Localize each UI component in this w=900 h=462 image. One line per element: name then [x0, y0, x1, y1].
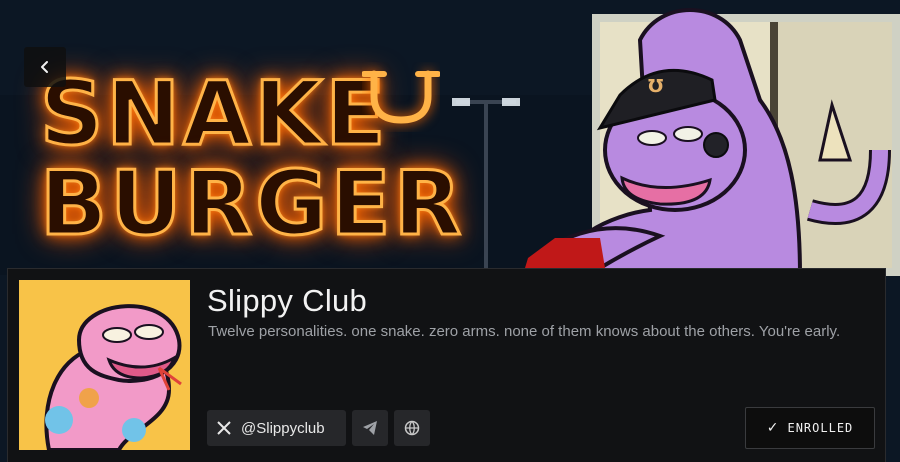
sign-line-burger: BURGER [38, 152, 465, 255]
cap-logo: Ʊ [648, 76, 663, 97]
globe-icon [404, 420, 420, 436]
enrolled-button[interactable]: ✓ ENROLLED [745, 407, 875, 449]
club-tagline: Twelve personalities. one snake. zero ar… [208, 323, 841, 340]
enrolled-label: ENROLLED [787, 421, 854, 435]
sign-line-snake: SNAKE [38, 62, 389, 165]
back-button[interactable] [24, 47, 66, 87]
twitter-link[interactable]: @Slippyclub [207, 410, 346, 446]
avatar [19, 280, 190, 450]
check-icon: ✓ [766, 420, 780, 436]
chevron-left-icon [41, 61, 48, 73]
telegram-link[interactable] [352, 410, 388, 446]
x-twitter-icon [217, 421, 231, 435]
telegram-icon [363, 421, 377, 435]
twitter-handle: @Slippyclub [241, 419, 325, 437]
club-title: Slippy Club [207, 283, 368, 318]
horseshoe-logo-icon [362, 70, 440, 124]
profile-card: Slippy Club Twelve personalities. one sn… [7, 268, 886, 462]
website-link[interactable] [394, 410, 430, 446]
